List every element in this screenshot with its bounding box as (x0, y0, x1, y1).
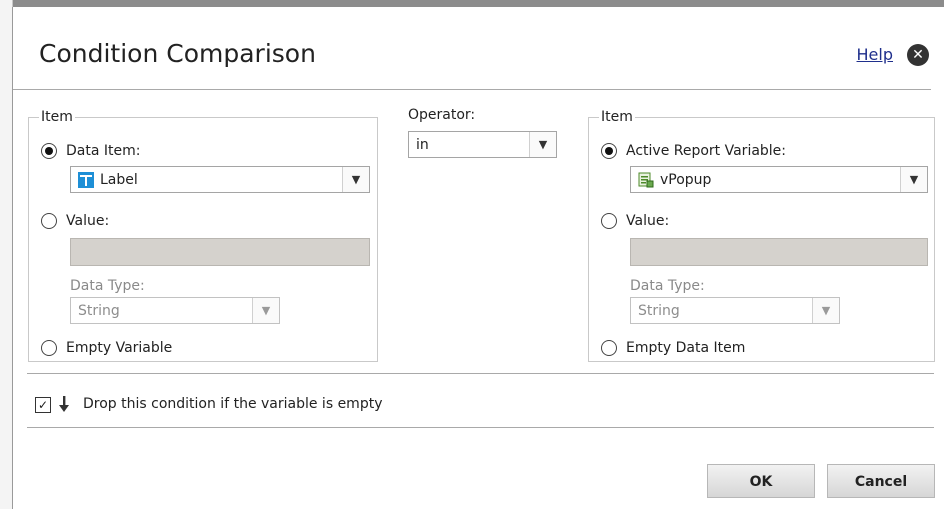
left-empty-label: Empty Variable (66, 340, 173, 356)
left-data-item-option[interactable]: Data Item: (41, 143, 140, 159)
report-variable-select-value: vPopup (660, 172, 712, 188)
right-value-radio[interactable] (601, 213, 617, 229)
ok-button[interactable]: OK (707, 464, 815, 498)
left-data-type-label: Data Type: (70, 278, 145, 294)
drop-condition-label: Drop this condition if the variable is e… (83, 396, 383, 412)
left-empty-radio[interactable] (41, 340, 57, 356)
options-divider-top (27, 373, 934, 374)
right-empty-option[interactable]: Empty Data Item (601, 340, 745, 356)
data-item-select[interactable]: Label ▼ (70, 166, 370, 193)
left-item-legend: Item (39, 109, 75, 125)
right-variable-label: Active Report Variable: (626, 143, 787, 159)
report-variable-select[interactable]: vPopup ▼ (630, 166, 928, 193)
drop-condition-checkbox[interactable]: ✓ (35, 397, 51, 413)
condition-comparison-dialog: Condition Comparison Help ✕ Item Data It… (12, 7, 944, 509)
operator-select-value: in (416, 137, 429, 153)
dialog-title: Condition Comparison (39, 39, 316, 68)
chevron-down-icon[interactable]: ▼ (252, 298, 279, 323)
operator-select[interactable]: in ▼ (408, 131, 557, 158)
chevron-down-icon[interactable]: ▼ (900, 167, 927, 192)
chevron-down-icon[interactable]: ▼ (342, 167, 369, 192)
report-variable-icon (638, 172, 654, 188)
chevron-down-icon[interactable]: ▼ (529, 132, 556, 157)
operator-label: Operator: (408, 107, 476, 123)
right-item-legend: Item (599, 109, 635, 125)
chevron-down-icon[interactable]: ▼ (812, 298, 839, 323)
left-value-label: Value: (66, 213, 110, 229)
right-empty-radio[interactable] (601, 340, 617, 356)
left-value-input[interactable] (70, 238, 370, 266)
right-variable-radio[interactable] (601, 143, 617, 159)
left-data-type-value: String (78, 303, 120, 319)
help-link[interactable]: Help (857, 45, 893, 64)
data-item-icon (78, 172, 94, 188)
left-value-option[interactable]: Value: (41, 213, 109, 229)
background-window-edge (0, 0, 944, 7)
right-variable-option[interactable]: Active Report Variable: (601, 143, 786, 159)
right-data-type-value: String (638, 303, 680, 319)
arrow-down-icon (59, 396, 69, 412)
left-value-radio[interactable] (41, 213, 57, 229)
cancel-button[interactable]: Cancel (827, 464, 935, 498)
right-value-label: Value: (626, 213, 670, 229)
right-value-input[interactable] (630, 238, 928, 266)
left-data-item-label: Data Item: (66, 143, 141, 159)
options-divider-bottom (27, 427, 934, 428)
right-item-group: Item Active Report Variable: vPopup ▼ Va… (588, 109, 935, 362)
left-item-group: Item Data Item: Label ▼ Value: Data Type… (28, 109, 378, 362)
left-data-item-radio[interactable] (41, 143, 57, 159)
left-data-type-select[interactable]: String ▼ (70, 297, 280, 324)
right-data-type-select[interactable]: String ▼ (630, 297, 840, 324)
right-empty-label: Empty Data Item (626, 340, 746, 356)
left-empty-option[interactable]: Empty Variable (41, 340, 172, 356)
close-icon[interactable]: ✕ (907, 44, 929, 66)
data-item-select-value: Label (100, 172, 138, 188)
header-divider (13, 89, 931, 90)
right-value-option[interactable]: Value: (601, 213, 669, 229)
right-data-type-label: Data Type: (630, 278, 705, 294)
